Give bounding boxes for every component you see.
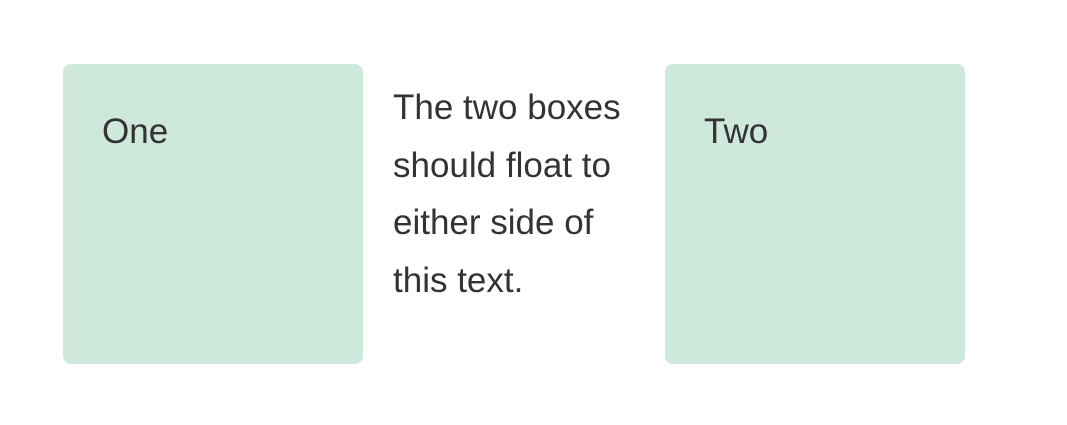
box-one: One: [63, 64, 363, 364]
float-demo-container: One Two The two boxes should float to ei…: [63, 64, 965, 364]
box-one-label: One: [102, 112, 169, 151]
box-two: Two: [665, 64, 965, 364]
box-two-label: Two: [704, 112, 769, 151]
